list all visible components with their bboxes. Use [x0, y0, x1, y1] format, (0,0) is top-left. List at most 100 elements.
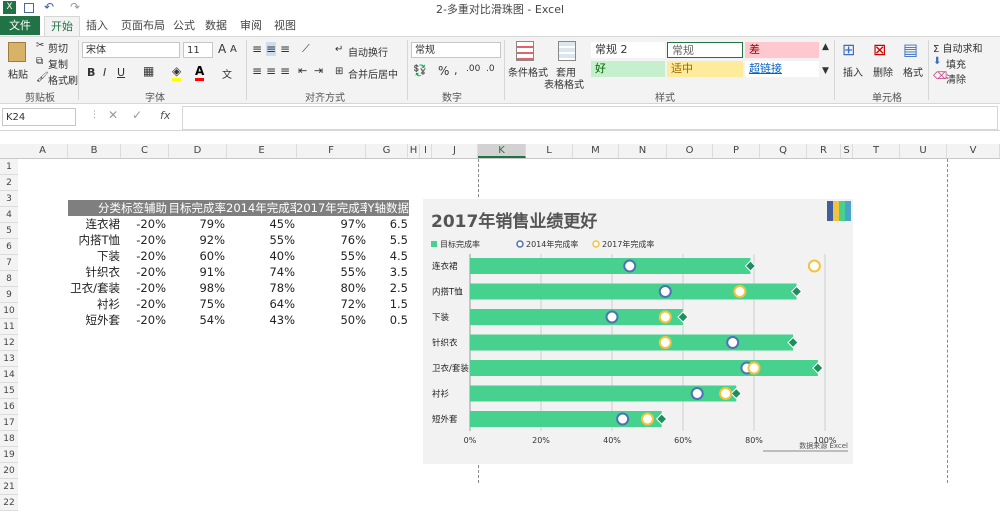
table-cell[interactable]: 衬衫	[68, 296, 120, 312]
align-left-icon[interactable]: ≡	[252, 64, 262, 78]
table-cell[interactable]: 40%	[226, 248, 295, 264]
column-header[interactable]: J	[432, 144, 478, 158]
column-header[interactable]: R	[807, 144, 841, 158]
select-all-corner[interactable]	[0, 144, 18, 159]
tab-insert[interactable]: 插入	[82, 16, 112, 35]
name-box[interactable]: K24	[2, 108, 76, 126]
styles-scroll-up-icon[interactable]: ▲	[822, 42, 829, 52]
borders-icon[interactable]: ▦	[143, 64, 154, 78]
column-header[interactable]: S	[841, 144, 853, 158]
formula-input[interactable]	[182, 106, 998, 130]
table-cell[interactable]: 78%	[226, 280, 295, 296]
table-cell[interactable]: 6.5	[367, 216, 408, 232]
column-header[interactable]: Q	[760, 144, 807, 158]
row-header[interactable]: 12	[0, 335, 18, 351]
column-header[interactable]: P	[713, 144, 760, 158]
insert-cells-icon[interactable]: ⊞	[842, 40, 855, 59]
table-cell[interactable]: -20%	[121, 248, 166, 264]
table-cell[interactable]: 55%	[296, 248, 366, 264]
percent-style-button[interactable]: %	[438, 64, 449, 78]
tab-file[interactable]: 文件	[0, 16, 40, 35]
table-cell[interactable]: 54%	[167, 312, 225, 328]
row-header[interactable]: 8	[0, 271, 18, 287]
row-header[interactable]: 17	[0, 415, 18, 431]
format-as-table-button-2[interactable]: 表格格式	[544, 76, 584, 91]
table-cell[interactable]: 97%	[296, 216, 366, 232]
accounting-format-icon[interactable]: 💱	[413, 64, 427, 77]
table-cell[interactable]: 55%	[296, 264, 366, 280]
underline-button[interactable]: U	[117, 66, 125, 79]
italic-button[interactable]: I	[103, 66, 106, 79]
table-header-cell[interactable]: 2014年完成率	[226, 200, 301, 216]
font-size-select[interactable]: 11	[183, 42, 213, 58]
table-cell[interactable]: 1.5	[367, 296, 408, 312]
row-header[interactable]: 4	[0, 207, 18, 223]
format-painter-icon[interactable]: 🖌	[36, 72, 49, 83]
fill-button[interactable]: 填充	[946, 56, 966, 71]
style-good[interactable]: 好	[591, 61, 665, 77]
column-header[interactable]: E	[227, 144, 297, 158]
column-header-selected[interactable]: K	[478, 144, 526, 158]
row-header[interactable]: 13	[0, 351, 18, 367]
copy-button[interactable]: 复制	[48, 56, 68, 71]
fill-icon[interactable]: ⬇	[933, 56, 941, 67]
row-header[interactable]: 2	[0, 175, 18, 191]
column-header[interactable]: D	[169, 144, 227, 158]
table-cell[interactable]: 72%	[296, 296, 366, 312]
table-header-cell[interactable]: 2017年完成率	[296, 200, 371, 216]
column-header[interactable]: L	[526, 144, 573, 158]
column-header[interactable]: T	[853, 144, 900, 158]
comma-style-icon[interactable]: ,	[454, 64, 458, 77]
insert-function-icon[interactable]: fx	[160, 109, 170, 122]
orientation-icon[interactable]: ⟋	[302, 42, 310, 56]
align-right-icon[interactable]: ≡	[280, 64, 290, 78]
table-cell[interactable]: 55%	[226, 232, 295, 248]
table-cell[interactable]: 45%	[226, 216, 295, 232]
tab-review[interactable]: 审阅	[237, 16, 265, 35]
column-header[interactable]: H	[408, 144, 420, 158]
bold-button[interactable]: B	[87, 66, 95, 79]
wrap-text-icon[interactable]: ↵	[335, 44, 343, 55]
table-header-cell[interactable]: 目标完成率	[167, 200, 226, 216]
table-cell[interactable]: -20%	[121, 280, 166, 296]
table-cell[interactable]: -20%	[121, 232, 166, 248]
tab-formulas[interactable]: 公式	[170, 16, 198, 35]
table-cell[interactable]: 80%	[296, 280, 366, 296]
clear-button[interactable]: 清除	[946, 71, 966, 86]
table-cell[interactable]: -20%	[121, 296, 166, 312]
table-cell[interactable]: -20%	[121, 216, 166, 232]
table-cell[interactable]: 短外套	[68, 312, 121, 328]
cancel-formula-icon[interactable]: ✕	[108, 108, 118, 122]
align-middle-icon[interactable]: ≡	[266, 42, 277, 56]
tab-view[interactable]: 视图	[271, 16, 299, 35]
chart-area[interactable]: 2017年销售业绩更好 目标完成率 2014年完成率 2017年完成率 0% 20% 40%…	[423, 199, 853, 464]
table-cell[interactable]: -20%	[121, 312, 166, 328]
grow-font-icon[interactable]: A	[218, 42, 226, 56]
table-cell[interactable]: 74%	[226, 264, 295, 280]
row-header[interactable]: 3	[0, 191, 18, 207]
delete-cells-button[interactable]: 删除	[873, 64, 893, 79]
shrink-font-icon[interactable]: A	[230, 44, 237, 55]
row-header[interactable]: 16	[0, 399, 18, 415]
table-cell[interactable]: 下装	[68, 248, 120, 264]
increase-indent-icon[interactable]: ⇥	[314, 64, 323, 77]
row-header[interactable]: 7	[0, 255, 18, 271]
row-header[interactable]: 21	[0, 479, 18, 495]
format-painter-button[interactable]: 格式刷	[48, 72, 78, 87]
font-color-icon[interactable]: A	[195, 64, 205, 81]
style-normal[interactable]: 常规	[667, 42, 743, 58]
conditional-format-button[interactable]: 条件格式	[508, 64, 548, 79]
enter-formula-icon[interactable]: ✓	[132, 108, 142, 122]
column-header[interactable]: V	[947, 144, 1000, 158]
align-bottom-icon[interactable]: ≡	[280, 42, 290, 56]
row-header[interactable]: 1	[0, 159, 18, 175]
insert-cells-button[interactable]: 插入	[843, 64, 863, 79]
format-cells-icon[interactable]: ▤	[903, 40, 918, 59]
table-cell[interactable]: 75%	[167, 296, 225, 312]
table-cell[interactable]: 4.5	[367, 248, 408, 264]
row-header[interactable]: 11	[0, 319, 18, 335]
wrap-text-button[interactable]: 自动换行	[348, 44, 388, 59]
decrease-indent-icon[interactable]: ⇤	[298, 64, 307, 77]
table-cell[interactable]: 91%	[167, 264, 225, 280]
table-cell[interactable]: 76%	[296, 232, 366, 248]
